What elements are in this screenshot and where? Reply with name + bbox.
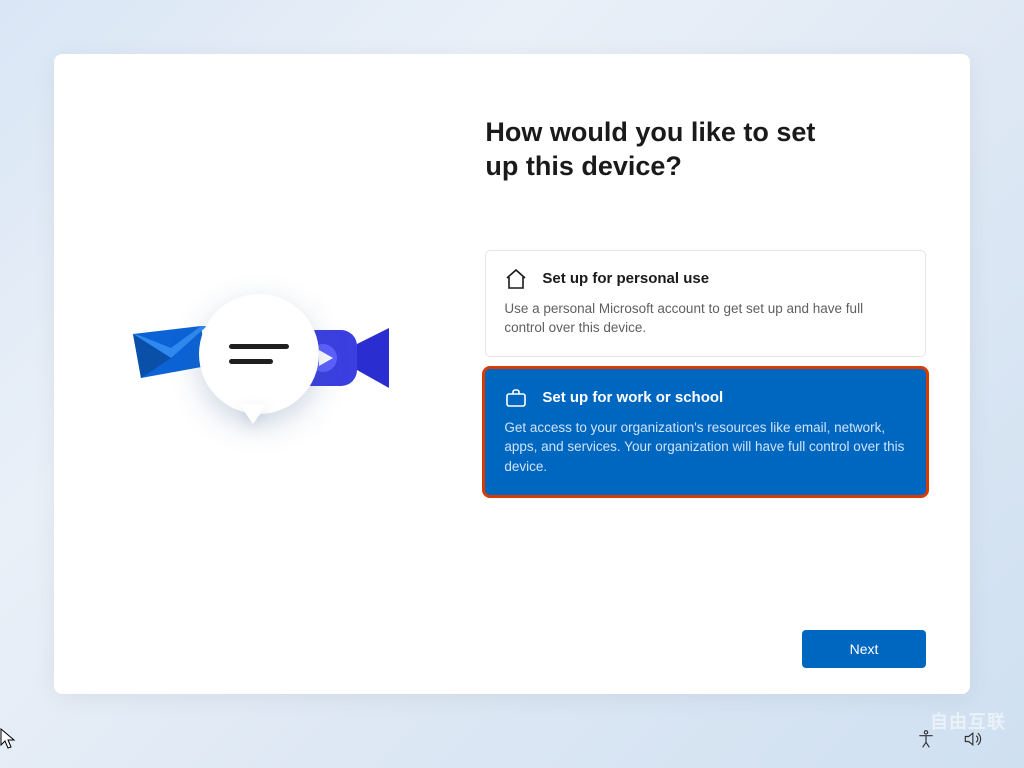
mail-icon bbox=[129, 324, 209, 384]
oobe-panel: How would you like to set up this device… bbox=[54, 54, 970, 694]
option-personal-use[interactable]: Set up for personal use Use a personal M… bbox=[485, 250, 926, 357]
speech-bubble-icon bbox=[199, 294, 319, 414]
footer: Next bbox=[485, 630, 926, 694]
mouse-cursor bbox=[0, 728, 16, 750]
option-work-school[interactable]: Set up for work or school Get access to … bbox=[485, 369, 926, 496]
content-column: How would you like to set up this device… bbox=[475, 54, 970, 694]
accessibility-icon[interactable] bbox=[916, 729, 936, 754]
illustration-column bbox=[54, 54, 475, 694]
option-personal-desc: Use a personal Microsoft account to get … bbox=[504, 299, 907, 338]
illustration bbox=[129, 284, 389, 444]
taskbar-icons bbox=[916, 729, 982, 754]
option-personal-label: Set up for personal use bbox=[542, 270, 709, 287]
option-work-desc: Get access to your organization's resour… bbox=[504, 418, 907, 477]
page-title: How would you like to set up this device… bbox=[485, 116, 845, 184]
volume-icon[interactable] bbox=[962, 729, 982, 754]
briefcase-icon bbox=[504, 386, 528, 410]
option-work-label: Set up for work or school bbox=[542, 389, 723, 406]
home-icon bbox=[504, 267, 528, 291]
next-button[interactable]: Next bbox=[802, 630, 926, 668]
